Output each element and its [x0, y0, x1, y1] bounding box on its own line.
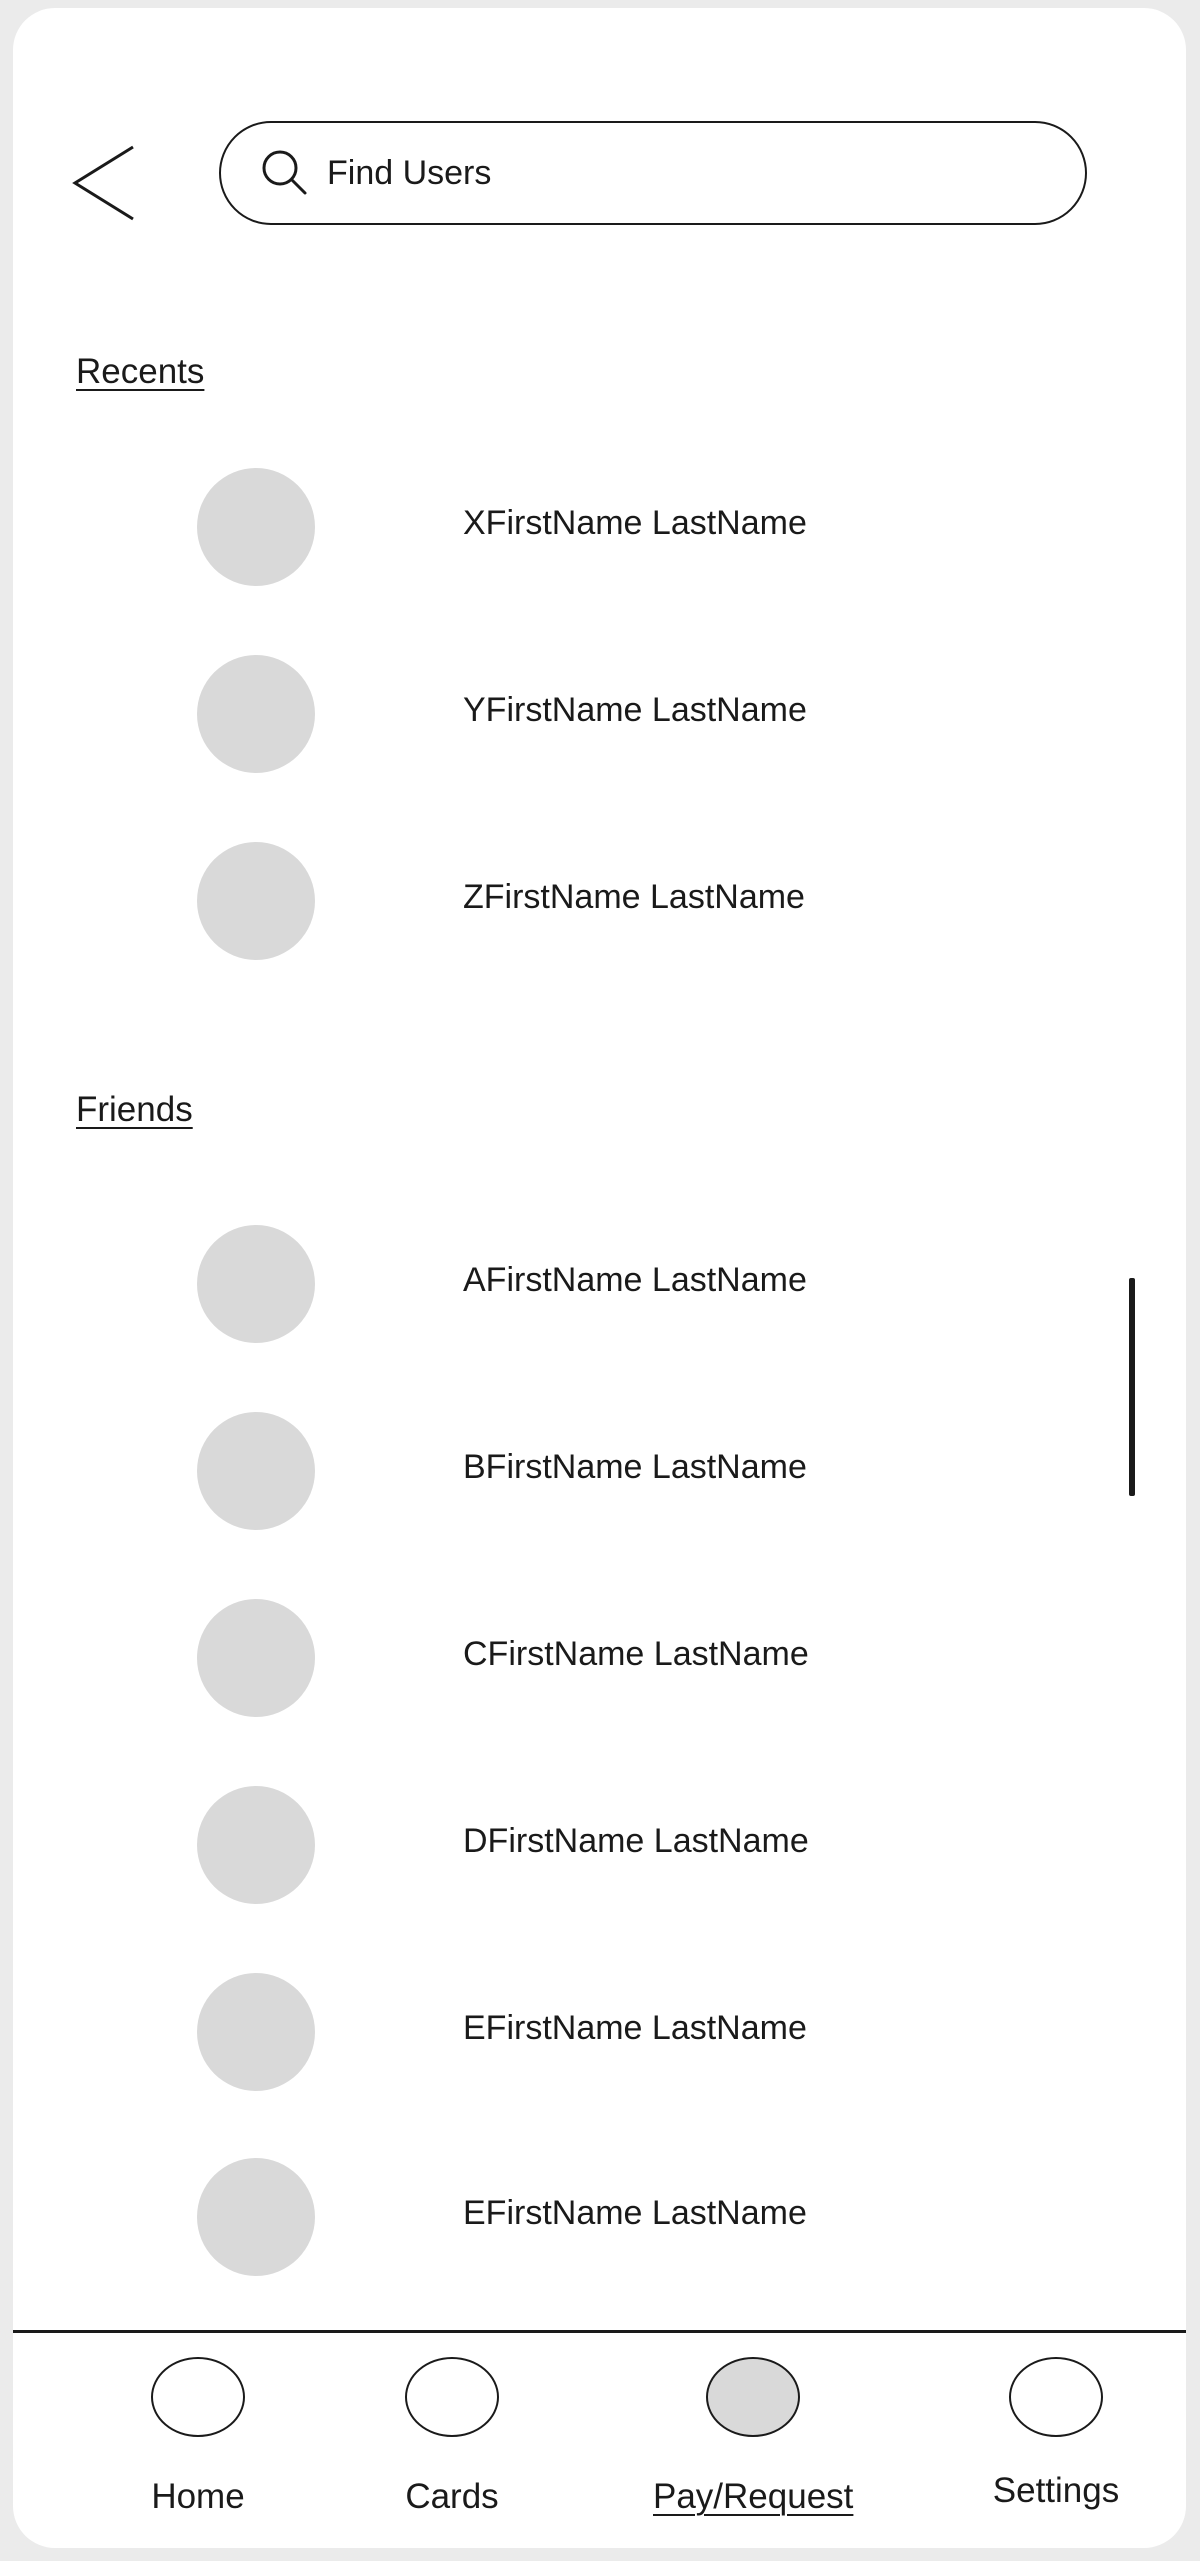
bottom-nav: Home Cards Pay/Request Settings: [13, 2330, 1186, 2548]
settings-icon: [1009, 2357, 1103, 2437]
user-name: EFirstName LastName: [463, 2009, 807, 2047]
nav-label: Home: [151, 2477, 245, 2516]
nav-label: Cards: [405, 2477, 499, 2516]
user-row[interactable]: YFirstName LastName: [13, 649, 1113, 779]
user-name: CFirstName LastName: [463, 1635, 809, 1673]
search-input[interactable]: [327, 143, 1027, 203]
user-name: YFirstName LastName: [463, 691, 807, 729]
user-name: XFirstName LastName: [463, 504, 807, 542]
back-button[interactable]: [71, 143, 141, 223]
search-bar[interactable]: [219, 121, 1087, 225]
avatar: [197, 2158, 315, 2276]
user-row[interactable]: EFirstName LastName: [13, 1967, 1113, 2097]
avatar: [197, 1412, 315, 1530]
avatar: [197, 655, 315, 773]
user-name: AFirstName LastName: [463, 1261, 807, 1299]
user-row[interactable]: BFirstName LastName: [13, 1406, 1113, 1536]
user-name: EFirstName LastName: [463, 2194, 807, 2232]
friends-heading: Friends: [76, 1090, 193, 1129]
user-row[interactable]: EFirstName LastName: [13, 2152, 1113, 2282]
nav-cards[interactable]: Cards: [352, 2353, 552, 2533]
app-screen: Recents XFirstName LastName YFirstName L…: [13, 8, 1186, 2548]
avatar: [197, 1225, 315, 1343]
user-row[interactable]: DFirstName LastName: [13, 1780, 1113, 1910]
home-icon: [151, 2357, 245, 2437]
cards-icon: [405, 2357, 499, 2437]
nav-settings[interactable]: Settings: [956, 2353, 1156, 2533]
recents-heading: Recents: [76, 352, 205, 391]
pay-request-icon: [706, 2357, 800, 2437]
user-row[interactable]: ZFirstName LastName: [13, 836, 1113, 966]
nav-home[interactable]: Home: [98, 2353, 298, 2533]
nav-pay-request[interactable]: Pay/Request: [653, 2353, 853, 2533]
avatar: [197, 1973, 315, 2091]
avatar: [197, 1599, 315, 1717]
search-icon: [259, 147, 311, 199]
scrollbar-thumb[interactable]: [1129, 1278, 1135, 1496]
user-name: ZFirstName LastName: [463, 878, 805, 916]
avatar: [197, 842, 315, 960]
chevron-left-icon: [72, 145, 134, 221]
avatar: [197, 468, 315, 586]
user-row[interactable]: AFirstName LastName: [13, 1219, 1113, 1349]
nav-label: Pay/Request: [653, 2477, 854, 2516]
user-row[interactable]: XFirstName LastName: [13, 462, 1113, 592]
user-row[interactable]: CFirstName LastName: [13, 1593, 1113, 1723]
user-name: BFirstName LastName: [463, 1448, 807, 1486]
nav-label: Settings: [992, 2471, 1120, 2510]
avatar: [197, 1786, 315, 1904]
user-name: DFirstName LastName: [463, 1822, 809, 1860]
